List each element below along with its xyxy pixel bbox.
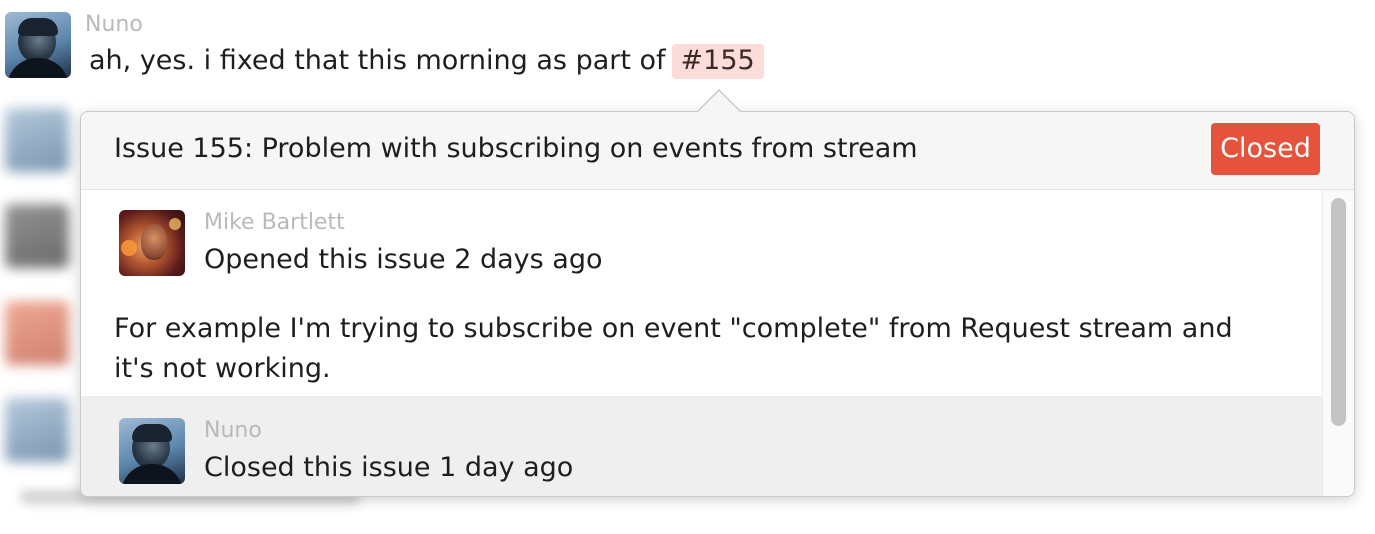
event-author: Nuno (204, 418, 262, 443)
issue-link[interactable]: #155 (671, 44, 764, 79)
status-badge: Closed (1211, 123, 1320, 175)
issue-timeline: Mike Bartlett Opened this issue 2 days a… (81, 190, 1322, 496)
message-body: ah, yes. i fixed that this morning as pa… (89, 45, 666, 76)
event-action: Opened this issue 2 days ago (204, 244, 603, 275)
blurred-avatar (5, 204, 69, 268)
event-action: Closed this issue 1 day ago (204, 452, 574, 483)
popover-header: Issue 155: Problem with subscribing on e… (81, 112, 1354, 190)
timeline-event-closed: Nuno Closed this issue 1 day ago (81, 396, 1322, 496)
avatar[interactable] (5, 12, 71, 78)
popover-arrow-fill (697, 91, 741, 113)
scrollbar[interactable] (1322, 190, 1354, 496)
event-author: Mike Bartlett (204, 210, 345, 235)
timeline-event-opened: Mike Bartlett Opened this issue 2 days a… (81, 190, 1322, 300)
scrollbar-thumb[interactable] (1331, 198, 1346, 426)
message-author: Nuno (85, 12, 143, 37)
issue-comment: For example I'm trying to subscribe on e… (114, 313, 1233, 384)
avatar[interactable] (119, 418, 185, 484)
issue-popover: Issue 155: Problem with subscribing on e… (80, 111, 1355, 497)
issue-title[interactable]: Issue 155: Problem with subscribing on e… (114, 133, 918, 164)
message-text: ah, yes. i fixed that this morning as pa… (89, 44, 764, 79)
blurred-avatar (5, 398, 69, 462)
chat-message (5, 12, 71, 78)
blurred-avatar (5, 301, 69, 365)
avatar[interactable] (119, 210, 185, 276)
blurred-avatar (5, 108, 69, 172)
